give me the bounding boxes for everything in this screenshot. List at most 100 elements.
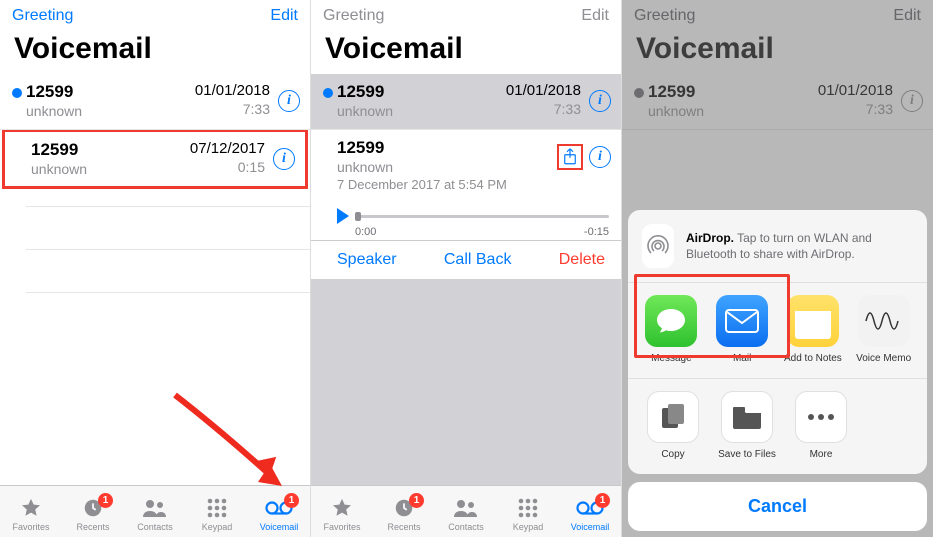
action-label: More <box>810 449 833 460</box>
empty-area <box>311 279 621 485</box>
voicemail-row[interactable]: 12599 unknown 01/01/2018 7:33 i <box>311 74 621 130</box>
tab-label: Keypad <box>202 522 233 532</box>
share-action-more[interactable]: More <box>784 391 858 460</box>
share-action-copy[interactable]: Copy <box>636 391 710 460</box>
notes-icon <box>787 295 839 347</box>
time-remaining: -0:15 <box>584 226 609 238</box>
play-icon[interactable] <box>337 208 349 224</box>
playback-controls: Speaker Call Back Delete <box>311 241 621 279</box>
scrubber-thumb[interactable] <box>355 212 361 221</box>
contacts-icon <box>453 496 479 520</box>
voicemail-row[interactable]: 12599 unknown 01/01/2018 7:33 i <box>0 74 310 130</box>
share-sheet: AirDrop. Tap to turn on WLAN and Bluetoo… <box>628 210 927 531</box>
action-label: Copy <box>661 449 684 460</box>
badge: 1 <box>409 493 424 508</box>
voicemail-source: unknown <box>337 102 506 120</box>
star-icon <box>20 496 42 520</box>
tab-contacts[interactable]: Contacts <box>438 496 494 532</box>
share-app-voicememo[interactable]: Voice Memo <box>848 295 919 364</box>
share-action-save[interactable]: Save to Files <box>710 391 784 460</box>
airdrop-text: AirDrop. Tap to turn on WLAN and Bluetoo… <box>686 230 913 262</box>
voicemail-number: 12599 <box>337 82 506 102</box>
tab-bar: Favorites 1 Recents Contacts Keypad 1 Vo… <box>0 485 310 537</box>
edit-button[interactable]: Edit <box>581 7 609 25</box>
tab-label: Contacts <box>448 522 484 532</box>
voicemail-row[interactable]: 12599 unknown 07/12/2017 0:15 i <box>5 132 305 187</box>
scrubber-track[interactable] <box>355 215 609 218</box>
callback-button[interactable]: Call Back <box>444 251 512 269</box>
tab-label: Favorites <box>323 522 360 532</box>
greeting-button[interactable]: Greeting <box>323 7 384 25</box>
message-icon <box>645 295 697 347</box>
app-label: Add to Notes <box>784 353 842 364</box>
voicemail-date: 01/01/2018 <box>195 82 270 100</box>
contacts-icon <box>142 496 168 520</box>
tab-recents[interactable]: 1 Recents <box>376 496 432 532</box>
voicemail-source: unknown <box>26 102 195 120</box>
edit-button[interactable]: Edit <box>270 7 298 25</box>
tab-bar: Favorites 1 Recents Contacts Keypad 1 Vo… <box>311 485 621 537</box>
cancel-button[interactable]: Cancel <box>628 482 927 531</box>
voicemail-duration: 7:33 <box>195 100 270 118</box>
voicemail-number: 12599 <box>26 82 195 102</box>
voicemail-source: unknown <box>31 160 190 178</box>
badge: 1 <box>284 493 299 508</box>
voicemail-duration: 7:33 <box>506 100 581 118</box>
app-label: Mail <box>733 353 751 364</box>
tab-voicemail[interactable]: 1 Voicemail <box>251 496 307 532</box>
share-button-highlight <box>557 144 583 170</box>
voicemail-row-expanded: 12599 unknown 7 December 2017 at 5:54 PM… <box>311 130 621 202</box>
voicemail-timestamp: 7 December 2017 at 5:54 PM <box>337 177 557 194</box>
playback-scrubber[interactable]: 0:00 -0:15 <box>311 202 621 241</box>
share-app-notes[interactable]: Add to Notes <box>778 295 849 364</box>
tab-voicemail[interactable]: 1 Voicemail <box>562 496 618 532</box>
voicemail-date: 01/01/2018 <box>506 82 581 100</box>
keypad-icon <box>206 496 228 520</box>
speaker-button[interactable]: Speaker <box>337 251 397 269</box>
folder-icon <box>721 391 773 443</box>
badge: 1 <box>595 493 610 508</box>
voicemail-duration: 0:15 <box>190 158 265 176</box>
page-title: Voicemail <box>0 28 310 74</box>
voicemail-number: 12599 <box>337 138 557 158</box>
tab-label: Contacts <box>137 522 173 532</box>
unread-dot-icon <box>323 88 333 98</box>
info-icon[interactable]: i <box>589 146 611 168</box>
tab-favorites[interactable]: Favorites <box>3 496 59 532</box>
tab-keypad[interactable]: Keypad <box>189 496 245 532</box>
share-icon[interactable] <box>561 148 579 166</box>
tab-label: Voicemail <box>260 522 299 532</box>
star-icon <box>331 496 353 520</box>
tab-favorites[interactable]: Favorites <box>314 496 370 532</box>
voicemail-source: unknown <box>337 158 557 176</box>
app-label: Voice Memo <box>856 353 911 364</box>
share-app-mail[interactable]: Mail <box>707 295 778 364</box>
voicemail-date: 07/12/2017 <box>190 140 265 158</box>
tab-label: Recents <box>76 522 109 532</box>
tab-recents[interactable]: 1 Recents <box>65 496 121 532</box>
voicemail-list: 12599 unknown 01/01/2018 7:33 i 12599 un… <box>0 74 310 485</box>
tab-label: Keypad <box>513 522 544 532</box>
highlight-box: 12599 unknown 07/12/2017 0:15 i <box>2 129 308 190</box>
tab-label: Recents <box>387 522 420 532</box>
share-app-message[interactable]: Message <box>636 295 707 364</box>
mail-icon <box>716 295 768 347</box>
unread-dot-icon <box>12 88 22 98</box>
keypad-icon <box>517 496 539 520</box>
airdrop-row[interactable]: AirDrop. Tap to turn on WLAN and Bluetoo… <box>628 210 927 282</box>
info-icon[interactable]: i <box>273 148 295 170</box>
tab-label: Favorites <box>12 522 49 532</box>
tab-keypad[interactable]: Keypad <box>500 496 556 532</box>
app-label: Message <box>651 353 692 364</box>
delete-button[interactable]: Delete <box>559 251 605 269</box>
screen-voicemail-list: Greeting Edit Voicemail 12599 unknown 01… <box>0 0 311 537</box>
voicemail-number: 12599 <box>31 140 190 160</box>
info-icon[interactable]: i <box>278 90 300 112</box>
screen-share-sheet: Greeting Edit Voicemail 12599 unknown 01… <box>622 0 933 537</box>
info-icon[interactable]: i <box>589 90 611 112</box>
tab-contacts[interactable]: Contacts <box>127 496 183 532</box>
screen-voicemail-detail: Greeting Edit Voicemail 12599 unknown 01… <box>311 0 622 537</box>
airdrop-icon <box>642 224 674 268</box>
badge: 1 <box>98 493 113 508</box>
greeting-button[interactable]: Greeting <box>12 7 73 25</box>
